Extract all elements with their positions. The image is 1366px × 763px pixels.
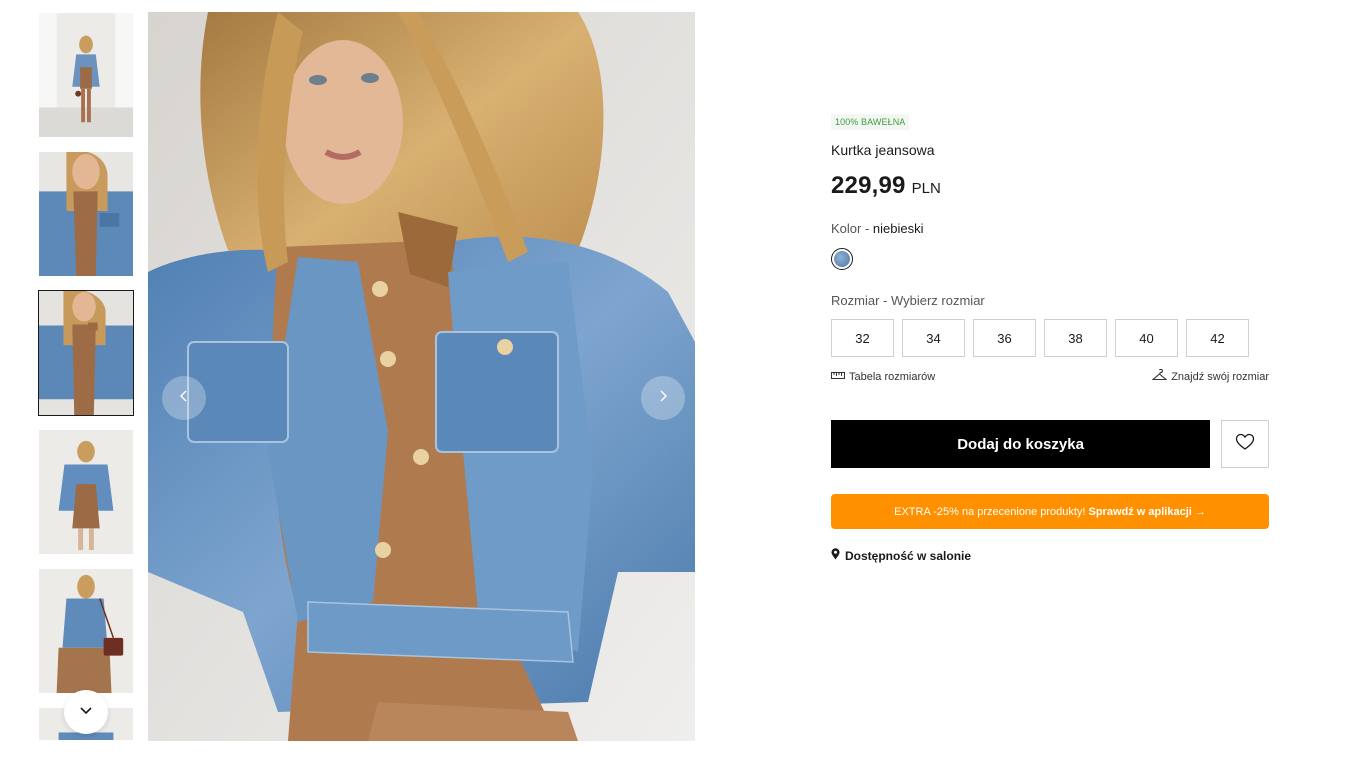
size-help-links: Tabela rozmiarów Znajdź swój rozmiar xyxy=(831,368,1269,384)
thumbnail-list xyxy=(38,12,134,741)
main-product-image xyxy=(148,12,695,741)
size-chart-label: Tabela rozmiarów xyxy=(849,370,936,383)
chevron-down-icon xyxy=(79,703,93,722)
chevron-left-icon xyxy=(178,389,190,408)
color-value: niebieski xyxy=(872,221,924,236)
size-label: Rozmiar - xyxy=(831,293,888,308)
product-info-panel: 100% BAWEŁNA Kurtka jeansowa 229,99 PLN … xyxy=(831,112,1269,563)
chevron-right-icon xyxy=(657,389,669,408)
size-label-row: Rozmiar - Wybierz rozmiar xyxy=(831,293,1269,308)
thumbnail-1[interactable] xyxy=(38,12,134,138)
find-size-link[interactable]: Znajdź swój rozmiar xyxy=(1151,368,1269,384)
color-label-row: Kolor - niebieski xyxy=(831,221,1269,236)
find-size-label: Znajdź swój rozmiar xyxy=(1171,370,1269,383)
size-option-42[interactable]: 42 xyxy=(1186,319,1249,357)
size-chart-link[interactable]: Tabela rozmiarów xyxy=(831,369,935,384)
store-availability-link[interactable]: Dostępność w salonie xyxy=(831,548,1269,563)
size-value: Wybierz rozmiar xyxy=(890,293,985,308)
color-swatch-blue[interactable] xyxy=(831,248,853,270)
size-options: 32 34 36 38 40 42 xyxy=(831,319,1269,357)
product-name: Kurtka jeansowa xyxy=(831,142,935,158)
size-option-32[interactable]: 32 xyxy=(831,319,894,357)
price-currency: PLN xyxy=(911,180,941,197)
size-option-36[interactable]: 36 xyxy=(973,319,1036,357)
thumbnail-4[interactable] xyxy=(38,429,134,555)
material-badge: 100% BAWEŁNA xyxy=(831,114,910,130)
wishlist-button[interactable] xyxy=(1221,420,1269,468)
add-to-cart-button[interactable]: Dodaj do koszyka xyxy=(831,420,1211,468)
previous-image-button[interactable] xyxy=(162,376,206,420)
next-image-button[interactable] xyxy=(641,376,685,420)
hanger-icon xyxy=(1151,368,1168,384)
thumbnails-scroll-down-button[interactable] xyxy=(64,690,108,734)
availability-label: Dostępność w salonie xyxy=(845,548,972,563)
size-option-38[interactable]: 38 xyxy=(1044,319,1107,357)
thumbnail-3[interactable] xyxy=(38,290,134,416)
color-label: Kolor - xyxy=(831,221,870,236)
size-option-40[interactable]: 40 xyxy=(1115,319,1178,357)
product-price: 229,99 PLN xyxy=(831,172,1269,200)
size-option-34[interactable]: 34 xyxy=(902,319,965,357)
promo-banner[interactable]: EXTRA -25% na przecenione produkty! Spra… xyxy=(831,494,1269,529)
promo-text: EXTRA -25% na przecenione produkty! xyxy=(894,505,1086,518)
ruler-icon xyxy=(831,371,845,383)
thumbnail-2[interactable] xyxy=(38,151,134,277)
promo-link[interactable]: Sprawdź w aplikacji → xyxy=(1089,506,1206,518)
color-swatch-fill xyxy=(834,251,850,267)
cart-actions: Dodaj do koszyka xyxy=(831,420,1269,468)
price-value: 229,99 xyxy=(831,172,906,199)
location-pin-icon xyxy=(831,548,840,563)
heart-icon xyxy=(1235,433,1255,456)
thumbnail-5[interactable] xyxy=(38,568,134,694)
